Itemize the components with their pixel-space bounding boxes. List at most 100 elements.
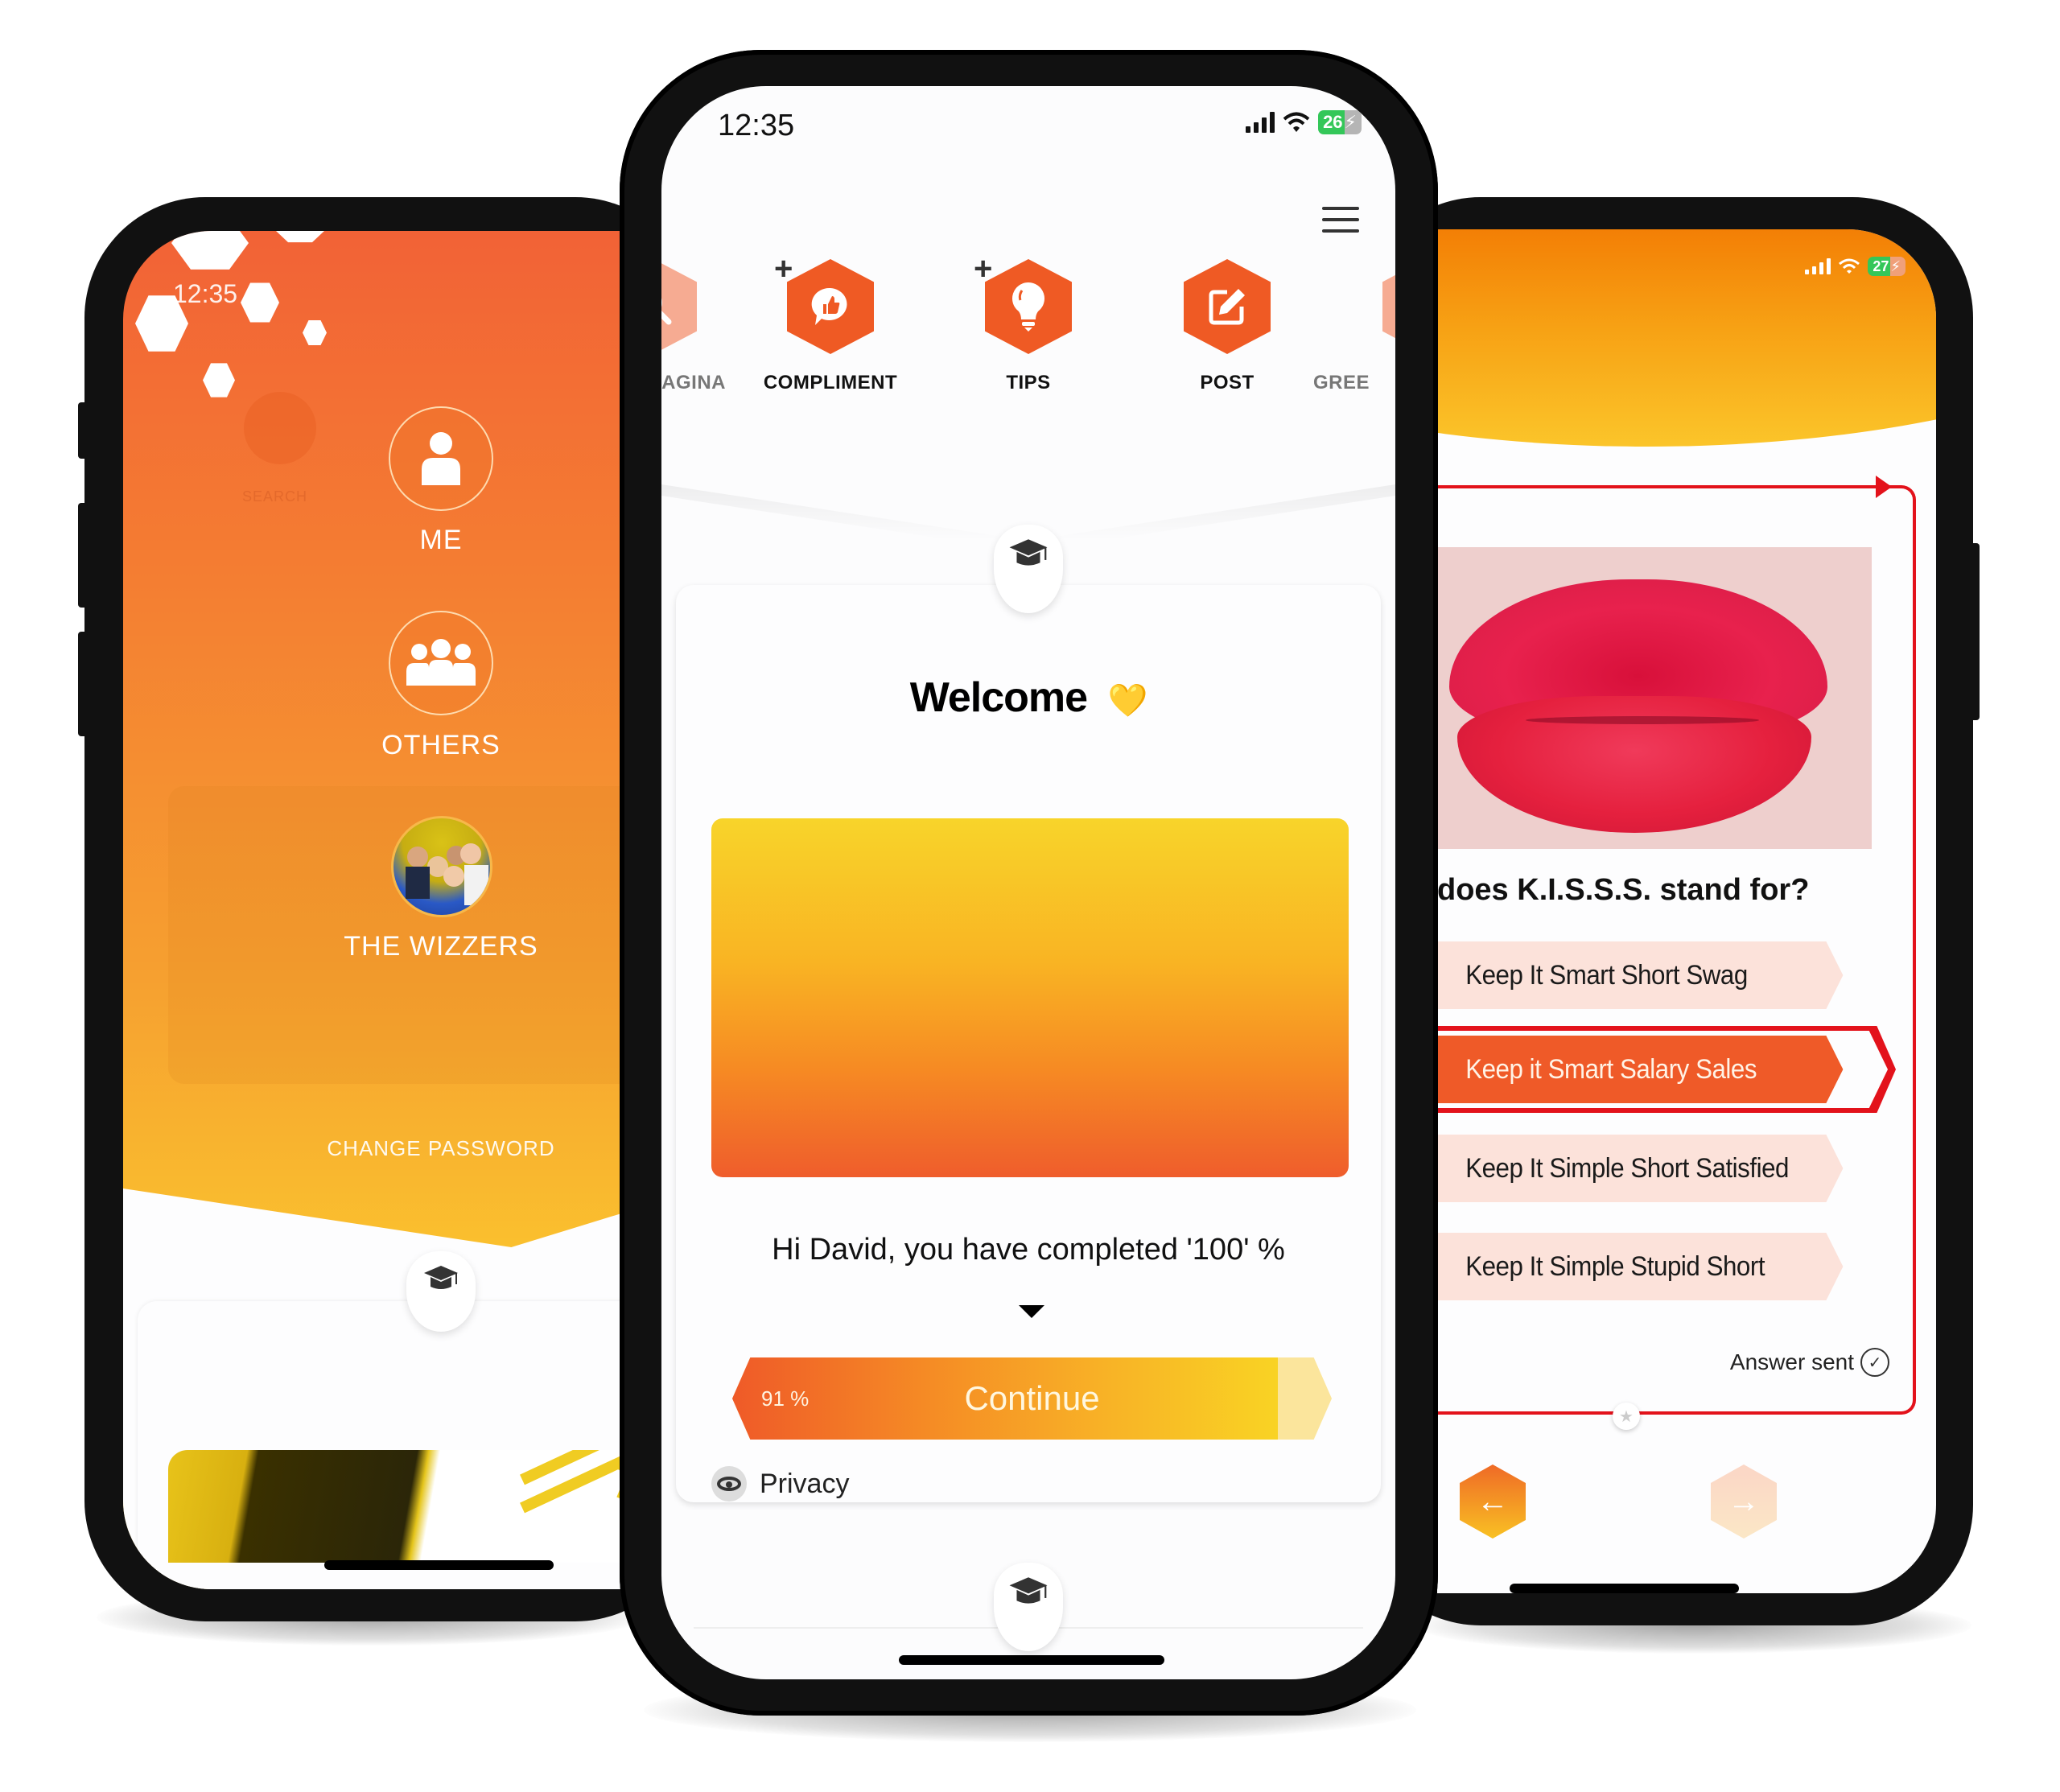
caret-down-icon[interactable]: [1019, 1305, 1044, 1318]
action-label: GREE: [1313, 372, 1370, 393]
compliment-button[interactable]: [787, 259, 874, 354]
welcome-title: Welcome: [909, 674, 1088, 721]
left-phone: 12:35 SEARCH ME OTHERS THE WIZZERS CHANG…: [78, 197, 702, 1621]
answer-option[interactable]: Keep It Smart Short Swag: [1437, 941, 1844, 1009]
image-detail: [520, 1455, 627, 1514]
left-screen: 12:35 SEARCH ME OTHERS THE WIZZERS CHANG…: [123, 231, 702, 1589]
signal-icon: [1805, 258, 1831, 274]
tips-button[interactable]: [985, 259, 1072, 354]
home-indicator: [899, 1655, 1164, 1665]
battery-level: 27: [1868, 257, 1891, 276]
the-wizzers-avatar[interactable]: [391, 816, 492, 917]
volume-down-button: [78, 632, 88, 736]
decorative-hexagon: [276, 231, 324, 243]
right-screen: 27 ⚡ does K.I.S.S.S. stand for? Keep It …: [1437, 229, 1936, 1593]
action-label: COMPLIMENT: [763, 372, 898, 393]
wifi-icon: [1283, 112, 1310, 132]
answer-sent-status: Answer sent ✓: [1730, 1348, 1889, 1377]
decorative-hexagon: [241, 282, 279, 323]
action-item-tips[interactable]: + TIPS: [948, 251, 1109, 394]
graduation-cap-icon: [424, 1266, 458, 1289]
answer-option-selected[interactable]: Keep it Smart Salary Sales: [1437, 1036, 1844, 1103]
arrow-right-icon: →: [1728, 1483, 1760, 1519]
continue-label: Continue: [964, 1379, 1100, 1417]
graduation-badge: [994, 1563, 1063, 1651]
decorative-hexagon: [303, 319, 327, 346]
others-label: OTHERS: [381, 730, 501, 760]
answer-option[interactable]: Keep It Simple Short Satisfied: [1437, 1135, 1844, 1202]
decorative-hexagon: [203, 363, 235, 398]
privacy-label: Privacy: [760, 1468, 850, 1499]
me-label: ME: [419, 525, 463, 555]
battery-level: 26: [1318, 110, 1345, 134]
person-icon: [422, 432, 460, 485]
menu-icon[interactable]: [1322, 207, 1359, 233]
center-screen: 12:35 26 ⚡ AGINA + COMPLIMENT + TIPS POS…: [661, 86, 1395, 1679]
welcome-card: Welcome 💛 Hi David, you have completed '…: [676, 525, 1381, 1502]
welcome-heading: Welcome 💛: [676, 674, 1381, 722]
center-phone: 12:35 26 ⚡ AGINA + COMPLIMENT + TIPS POS…: [620, 50, 1438, 1716]
action-label: POST: [1200, 372, 1255, 393]
search-ghost-label: SEARCH: [242, 488, 308, 505]
signal-icon: [1246, 112, 1275, 133]
wifi-icon: [1839, 258, 1860, 274]
arrow-left-icon: ←: [1477, 1483, 1509, 1519]
lightbulb-icon: [1012, 282, 1044, 332]
battery-indicator: 27 ⚡: [1868, 257, 1906, 276]
me-button[interactable]: [389, 406, 493, 511]
battery-indicator: 26 ⚡: [1318, 110, 1362, 134]
search-ghost-icon: [244, 392, 316, 464]
answer-option[interactable]: Keep It Simple Stupid Short: [1437, 1233, 1844, 1300]
action-label: TIPS: [1006, 372, 1051, 393]
action-label: AGINA: [661, 372, 726, 393]
graduation-cap-icon: [1009, 539, 1048, 566]
others-button[interactable]: [389, 611, 493, 715]
action-item-gree[interactable]: GREE: [1313, 259, 1395, 394]
volume-up-button: [78, 503, 88, 608]
status-time: 12:35: [718, 109, 795, 142]
action-icon-row: AGINA + COMPLIMENT + TIPS POST GREE: [661, 251, 1395, 420]
question-image: [1437, 547, 1872, 849]
thumbs-up-chat-icon: [811, 287, 847, 325]
the-wizzers-label[interactable]: THE WIZZERS: [280, 931, 602, 962]
yellow-heart-icon: 💛: [1107, 682, 1148, 719]
action-item-compliment[interactable]: + COMPLIMENT: [750, 251, 911, 394]
change-password-link[interactable]: CHANGE PASSWORD: [272, 1136, 610, 1161]
eye-icon: [711, 1466, 747, 1502]
graduation-badge: [994, 525, 1063, 613]
mute-switch: [78, 402, 88, 459]
post-button[interactable]: [1184, 259, 1271, 354]
previous-button[interactable]: ←: [1460, 1464, 1526, 1539]
decorative-hexagon: [171, 231, 249, 270]
charging-icon: ⚡: [1344, 110, 1362, 134]
charging-icon: ⚡: [1890, 257, 1906, 276]
continue-button[interactable]: 91 % Continue: [732, 1357, 1332, 1440]
question-text: does K.I.S.S.S. stand for?: [1437, 873, 1810, 907]
image-detail: [1526, 716, 1759, 724]
answer-sent-label: Answer sent: [1729, 1349, 1854, 1374]
home-indicator: [1510, 1584, 1739, 1593]
search-icon: [661, 290, 672, 325]
status-icons: 26 ⚡: [1246, 110, 1362, 134]
group-photo: [406, 843, 488, 905]
status-icons: 27 ⚡: [1805, 257, 1906, 276]
completion-greeting: Hi David, you have completed '100' %: [772, 1233, 1285, 1267]
quiz-frame-arrow: [1876, 476, 1892, 498]
home-indicator: [324, 1560, 554, 1570]
status-time: 12:35: [173, 279, 238, 308]
group-icon: [406, 639, 476, 686]
status-bar: 12:35 26 ⚡: [661, 86, 1395, 167]
graduation-cap-icon: [1009, 1577, 1048, 1604]
right-phone: 27 ⚡ does K.I.S.S.S. stand for? Keep It …: [1360, 197, 1980, 1625]
next-button[interactable]: →: [1711, 1464, 1777, 1539]
action-item-agina[interactable]: AGINA: [661, 259, 734, 394]
action-item-post[interactable]: POST: [1147, 259, 1308, 394]
privacy-link[interactable]: Privacy: [711, 1466, 849, 1502]
star-icon[interactable]: ★: [1613, 1403, 1640, 1430]
graduation-badge: [406, 1251, 476, 1332]
power-button: [1970, 543, 1980, 720]
check-circle-icon: ✓: [1860, 1348, 1889, 1377]
action-button[interactable]: [1382, 259, 1395, 354]
action-button[interactable]: [661, 259, 697, 354]
hero-banner: [711, 818, 1349, 1177]
